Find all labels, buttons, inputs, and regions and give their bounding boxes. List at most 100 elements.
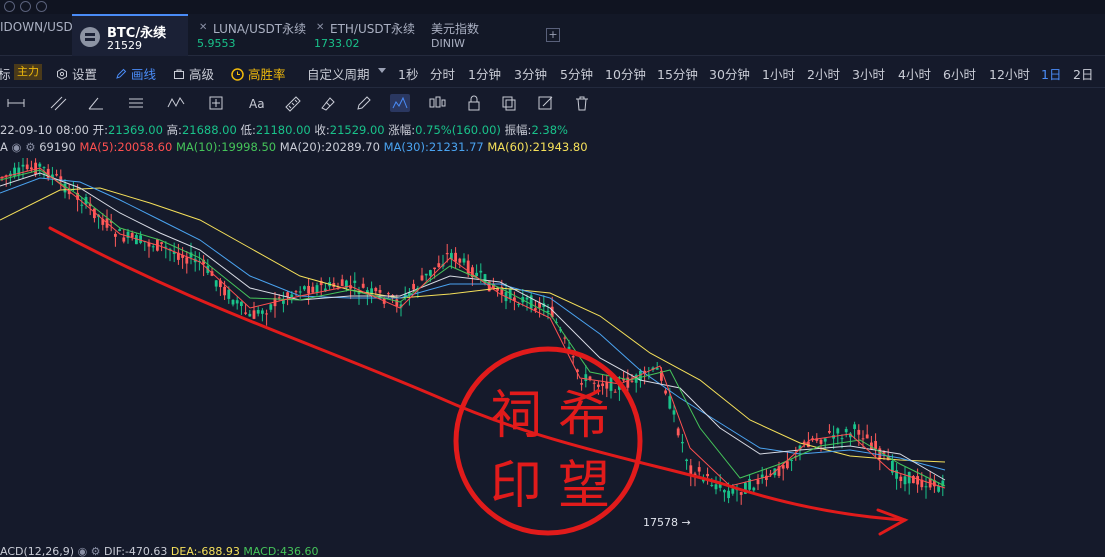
candle-body	[231, 299, 235, 305]
candle-body	[571, 356, 575, 358]
price-chart[interactable]: 祠 希 印 望	[0, 158, 1105, 546]
ma5-line	[0, 167, 946, 489]
candle-body	[697, 467, 701, 472]
magnet-icon[interactable]	[318, 94, 338, 112]
angle-icon[interactable]	[86, 94, 106, 112]
settings-gear-icon[interactable]: ⚙	[91, 546, 101, 557]
horizontal-rays-icon[interactable]	[126, 94, 146, 112]
main-force-badge[interactable]: 主力	[14, 64, 42, 80]
close-tab-icon[interactable]: ✕	[199, 22, 207, 33]
add-tab-button[interactable]: +	[546, 28, 560, 42]
tab-btc-perpetual[interactable]: BTC/永续 21529	[72, 14, 188, 56]
window-control-icon[interactable]	[4, 1, 15, 12]
copy-icon[interactable]	[499, 94, 519, 112]
symbol-tab-bar: IDOWN/USD BTC/永续 21529 ✕ LUNA/USDT永续 5.9…	[0, 14, 1105, 56]
window-control-icon[interactable]	[36, 1, 47, 12]
settings-button[interactable]: 设置	[56, 64, 97, 83]
wave-icon[interactable]	[166, 94, 186, 112]
interval-1d[interactable]: 1日	[1041, 64, 1061, 83]
interval-1m[interactable]: 1分钟	[468, 64, 501, 83]
interval-1h[interactable]: 1小时	[762, 64, 795, 83]
stamp-char: 望	[558, 456, 610, 516]
candle-body	[857, 429, 861, 435]
macd-label: ACD(12,26,9)	[0, 546, 75, 557]
interval-30m[interactable]: 30分钟	[709, 64, 750, 83]
tab-luna-perpetual[interactable]: ✕ LUNA/USDT永续 5.9553	[196, 14, 307, 56]
crosshair-icon[interactable]	[206, 94, 226, 112]
low-label: 低:	[240, 123, 256, 137]
indicator-label[interactable]: 标	[0, 64, 11, 83]
ma10-line	[0, 169, 946, 487]
candle-body	[786, 461, 789, 469]
candle-body	[714, 484, 718, 490]
candle-body	[454, 252, 457, 262]
candle-body	[840, 438, 844, 440]
candle-body	[265, 313, 268, 315]
interval-5m[interactable]: 5分钟	[560, 64, 593, 83]
pen-icon	[116, 68, 127, 79]
interval-12h[interactable]: 12小时	[989, 64, 1030, 83]
eye-icon[interactable]: ◉	[78, 546, 88, 557]
candle-body	[899, 476, 903, 482]
draw-label: 画线	[130, 67, 156, 82]
parallel-lines-icon[interactable]	[48, 94, 68, 112]
change-label: 涨幅:	[388, 123, 416, 137]
interval-3m[interactable]: 3分钟	[514, 64, 547, 83]
chevron-down-icon[interactable]	[378, 68, 386, 73]
lock-icon[interactable]	[464, 94, 484, 112]
tab-symbol-label: LUNA/USDT永续	[213, 22, 307, 36]
candle-body	[235, 300, 239, 304]
interval-2d[interactable]: 2日	[1073, 64, 1093, 83]
chart-toolbar: 标 主力 设置 画线 高级 高胜率 自定义周期 1秒 分时 1分钟 3分钟 5分…	[0, 56, 1105, 88]
tab-usd-index[interactable]: 美元指数 DINIW	[431, 14, 531, 56]
candlestick-chart-svg[interactable]: 祠 希 印 望	[0, 158, 1105, 546]
candle-body	[353, 280, 357, 283]
candle-body	[315, 285, 319, 293]
high-value: 21688.00	[181, 123, 237, 137]
interval-timeshare[interactable]: 分时	[430, 64, 455, 83]
interval-1s[interactable]: 1秒	[398, 64, 418, 83]
close-tab-icon[interactable]: ✕	[316, 22, 324, 33]
draw-button[interactable]: 画线	[115, 64, 156, 83]
candle-body	[227, 289, 231, 299]
interval-15m[interactable]: 15分钟	[657, 64, 698, 83]
macd-info-line: ACD(12,26,9) ◉ ⚙ DIF:-470.63 DEA:-688.93…	[0, 546, 1105, 557]
candle-body	[248, 313, 252, 317]
pencil-icon[interactable]	[354, 94, 374, 112]
candle-body	[853, 424, 856, 429]
candle-body	[252, 310, 256, 319]
horizontal-line-icon[interactable]	[6, 94, 26, 112]
interval-2h[interactable]: 2小时	[807, 64, 840, 83]
window-top-strip	[0, 0, 1105, 14]
advanced-button[interactable]: 高级	[173, 64, 214, 83]
candle-body	[424, 273, 428, 276]
custom-period-dropdown[interactable]: 自定义周期	[307, 64, 370, 83]
interval-6h[interactable]: 6小时	[943, 64, 976, 83]
trash-icon[interactable]	[572, 94, 592, 112]
text-icon[interactable]: Aa	[246, 94, 266, 112]
candle-body	[756, 479, 760, 485]
settings-gear-icon[interactable]: ⚙	[25, 140, 35, 154]
interval-3h[interactable]: 3小时	[852, 64, 885, 83]
tab-eth-perpetual[interactable]: ✕ ETH/USDT永续 1733.02	[314, 14, 422, 56]
interval-10m[interactable]: 10分钟	[605, 64, 646, 83]
candle-body	[437, 263, 441, 268]
candle-body	[613, 391, 617, 393]
candle-body	[903, 476, 907, 485]
candle-body	[706, 473, 709, 477]
candle-body	[878, 448, 882, 460]
brush-icon[interactable]	[390, 94, 410, 112]
edit-icon[interactable]	[536, 94, 556, 112]
clock-icon	[231, 68, 244, 81]
tab-idown[interactable]: IDOWN/USD	[0, 14, 73, 56]
interval-4h[interactable]: 4小时	[898, 64, 931, 83]
window-control-icon[interactable]	[20, 1, 31, 12]
candle-body	[609, 377, 613, 391]
ruler-icon[interactable]	[283, 94, 303, 112]
lowest-price-marker: 17578 →	[643, 516, 691, 529]
candle-bars-icon[interactable]	[427, 94, 447, 112]
win-rate-button[interactable]: 高胜率	[231, 64, 286, 83]
candle-body	[790, 459, 793, 461]
eye-icon[interactable]: ◉	[12, 140, 22, 154]
ma60-value: MA(60):21943.80	[487, 140, 588, 154]
